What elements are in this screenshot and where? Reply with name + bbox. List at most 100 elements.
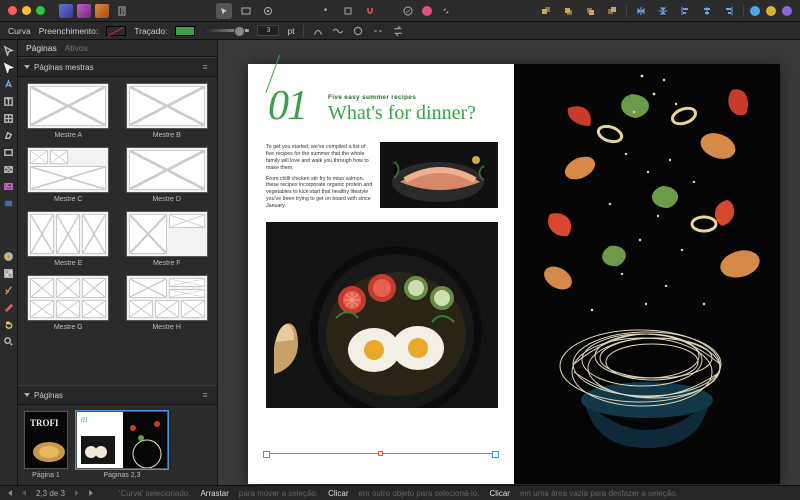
colour-picker-tool[interactable] <box>2 300 16 314</box>
master-pages-title: Páginas mestras <box>34 63 94 72</box>
page-thumb[interactable]: 01Páginas 2,3 <box>76 411 168 479</box>
place-image-tool[interactable] <box>2 179 16 193</box>
rectangle-tool[interactable] <box>2 145 16 159</box>
master-page-label: Mestre H <box>153 324 181 331</box>
arrange-backward-icon[interactable] <box>560 3 576 19</box>
master-page-thumb[interactable]: Mestre A <box>24 83 113 139</box>
fill-swatch[interactable] <box>106 26 126 36</box>
master-page-thumb[interactable]: Mestre G <box>24 275 113 331</box>
tab-pages[interactable]: Páginas <box>26 43 57 53</box>
zoom-tool[interactable] <box>2 334 16 348</box>
fill-tool[interactable] <box>2 249 16 263</box>
document-menu-icon[interactable] <box>115 3 131 19</box>
prev-spread-button[interactable] <box>8 490 12 496</box>
align-left-icon[interactable] <box>677 3 693 19</box>
hint-drag-label: Arrastar <box>200 489 228 498</box>
panel-menu-icon[interactable]: ≡ <box>199 61 211 73</box>
transparency-tool[interactable] <box>2 266 16 280</box>
tool-strip <box>0 40 18 485</box>
baseline-grid-icon[interactable]: • <box>318 3 334 19</box>
page-label: Página 1 <box>32 472 60 479</box>
page-left[interactable]: 01 Five easy summer recipes What's for d… <box>248 64 514 484</box>
view-hand-tool[interactable] <box>2 317 16 331</box>
snapping-icon[interactable] <box>362 3 378 19</box>
page-right[interactable] <box>514 64 780 484</box>
image-frame-salmon[interactable] <box>380 142 498 208</box>
arrange-back-icon[interactable] <box>538 3 554 19</box>
stroke-swatch[interactable] <box>175 26 195 36</box>
help-dot-icon[interactable] <box>766 6 776 16</box>
titlebar: • <box>0 0 800 22</box>
break-curve-icon[interactable] <box>372 25 384 37</box>
hint-drag-rest: para mover a seleção. <box>239 489 318 498</box>
reverse-curve-icon[interactable] <box>392 25 404 37</box>
master-page-thumb[interactable]: Mestre C <box>24 147 113 203</box>
spread[interactable]: 01 Five easy summer recipes What's for d… <box>248 64 780 484</box>
smooth-curve-icon[interactable] <box>332 25 344 37</box>
link-panel-icon[interactable] <box>438 3 454 19</box>
pages-header[interactable]: Páginas ≡ <box>18 385 217 405</box>
selected-curve-object[interactable] <box>266 453 496 454</box>
master-page-thumb[interactable]: Mestre E <box>24 211 113 267</box>
move-tool[interactable] <box>2 43 16 57</box>
article-body: To get you started, we've compiled a lis… <box>266 144 374 210</box>
preview-mode-icon[interactable] <box>260 3 276 19</box>
master-page-thumb[interactable]: Mestre B <box>123 83 212 139</box>
context-toolbar: Curva Preenchimento: Traçado: 3 pt <box>0 22 800 40</box>
convert-curve-icon[interactable] <box>312 25 324 37</box>
arrange-forward-icon[interactable] <box>582 3 598 19</box>
live-status-dot <box>422 6 432 16</box>
account-dot-icon[interactable] <box>750 6 760 16</box>
align-right-icon[interactable] <box>721 3 737 19</box>
pen-tool[interactable] <box>2 128 16 142</box>
selection-center-handle[interactable] <box>378 451 383 456</box>
master-page-thumb[interactable]: Mestre H <box>123 275 212 331</box>
preflight-icon[interactable] <box>400 3 416 19</box>
master-page-label: Mestre A <box>54 132 82 139</box>
spread-indicator[interactable]: 2,3 de 3 <box>36 489 65 498</box>
flip-horizontal-icon[interactable] <box>633 3 649 19</box>
persona-photo[interactable] <box>77 4 91 18</box>
stroke-width-field[interactable]: 3 <box>257 25 279 36</box>
close-curve-icon[interactable] <box>352 25 364 37</box>
frame-text-tool[interactable] <box>2 94 16 108</box>
next-spread-button[interactable] <box>89 490 93 496</box>
view-mode-icon[interactable] <box>238 3 254 19</box>
vector-crop-tool[interactable] <box>2 283 16 297</box>
canvas[interactable]: 01 Five easy summer recipes What's for d… <box>218 40 800 485</box>
article-subtitle: Five easy summer recipes <box>328 94 416 101</box>
zoom-window-button[interactable] <box>36 6 45 15</box>
master-page-label: Mestre F <box>153 260 181 267</box>
body-paragraph: To get you started, we've compiled a lis… <box>266 144 374 172</box>
stroke-width-slider[interactable] <box>203 29 249 32</box>
table-tool[interactable] <box>2 111 16 125</box>
picture-frame-rect-tool[interactable] <box>2 162 16 176</box>
panel-menu-icon[interactable]: ≡ <box>199 389 211 401</box>
prefs-dot-icon[interactable] <box>782 6 792 16</box>
master-pages-header[interactable]: Páginas mestras ≡ <box>18 57 217 77</box>
flip-vertical-icon[interactable] <box>655 3 671 19</box>
persona-publisher[interactable] <box>95 4 109 18</box>
persona-designer[interactable] <box>59 4 73 18</box>
master-page-label: Mestre D <box>153 196 181 203</box>
clip-canvas-icon[interactable] <box>340 3 356 19</box>
node-tool[interactable] <box>2 60 16 74</box>
move-tool-icon[interactable] <box>216 3 232 19</box>
arrange-front-icon[interactable] <box>604 3 620 19</box>
artistic-text-tool[interactable] <box>2 77 16 91</box>
last-spread-button[interactable] <box>75 490 79 496</box>
stock-tool[interactable] <box>2 196 16 210</box>
hint-click-label: Clicar <box>328 489 348 498</box>
tab-assets[interactable]: Ativos <box>65 43 88 53</box>
window-controls <box>8 6 45 15</box>
body-paragraph: From chilli chicken stir fry to miso sal… <box>266 176 374 210</box>
close-window-button[interactable] <box>8 6 17 15</box>
master-page-label: Mestre B <box>153 132 181 139</box>
align-center-icon[interactable] <box>699 3 715 19</box>
master-page-thumb[interactable]: Mestre F <box>123 211 212 267</box>
master-page-thumb[interactable]: Mestre D <box>123 147 212 203</box>
page-thumb[interactable]: TROFIPágina 1 <box>24 411 68 479</box>
image-frame-eggs[interactable] <box>266 222 498 408</box>
minimize-window-button[interactable] <box>22 6 31 15</box>
first-spread-button[interactable] <box>22 490 26 496</box>
